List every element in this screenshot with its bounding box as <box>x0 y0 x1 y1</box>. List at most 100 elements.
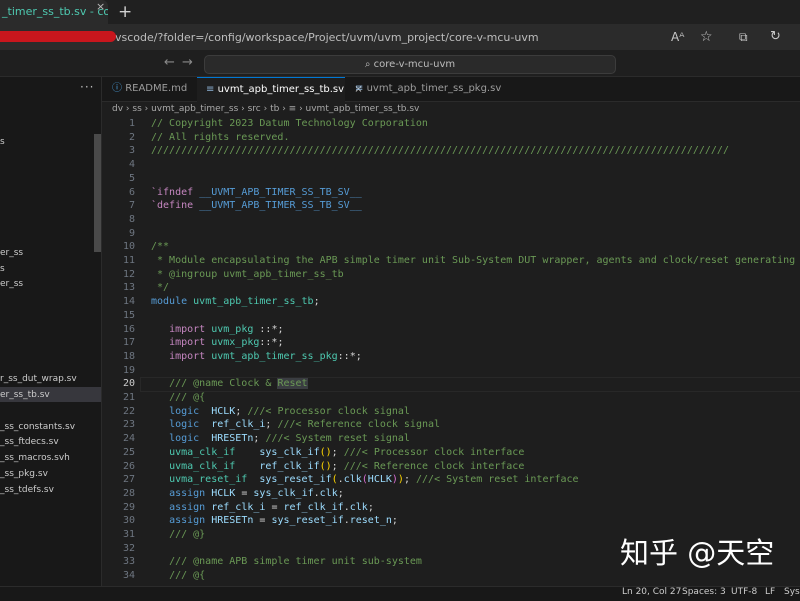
line-number: 12 <box>122 268 135 280</box>
indentation[interactable]: Spaces: 3 <box>682 587 726 597</box>
favorite-star-icon[interactable]: ☆ <box>700 29 713 45</box>
code-line[interactable]: uvma_clk_if sys_clk_if(); ///< Processor… <box>151 447 524 458</box>
code-line[interactable]: uvma_clk_if ref_clk_if(); ///< Reference… <box>151 461 524 472</box>
line-number: 30 <box>122 515 135 527</box>
sidebar-item[interactable]: er_ss <box>0 279 23 289</box>
line-number: 3 <box>128 145 135 157</box>
read-aloud-icon[interactable]: Aᴬ <box>671 30 684 44</box>
file-lines-icon: ≡ <box>206 84 215 95</box>
sidebar-item[interactable]: _ss_tdefs.sv <box>0 485 54 495</box>
line-number: 26 <box>122 460 135 472</box>
encoding[interactable]: UTF-8 <box>731 587 757 597</box>
more-actions-icon[interactable]: ··· <box>80 80 94 94</box>
line-number: 22 <box>122 405 135 417</box>
sidebar-scrollbar[interactable] <box>94 134 101 252</box>
code-line[interactable]: /// @name Clock & Reset <box>151 378 308 390</box>
code-editor[interactable]: 1 // Copyright 2023 Datum Technology Corp… <box>102 116 800 586</box>
line-number: 28 <box>122 487 135 499</box>
code-line[interactable]: import uvmt_apb_timer_ss_pkg::*; <box>151 351 362 362</box>
collections-icon[interactable]: ⧉ <box>739 30 748 45</box>
code-line[interactable]: assign ref_clk_i = ref_clk_if.clk; <box>151 502 374 513</box>
code-line[interactable]: assign HCLK = sys_clk_if.clk; <box>151 488 344 499</box>
file-lines-icon: ≡ <box>355 83 364 94</box>
code-line[interactable]: import uvmx_pkg::*; <box>151 337 283 348</box>
line-number: 33 <box>122 556 135 568</box>
line-number: 25 <box>122 446 135 458</box>
code-line[interactable]: /// @{ <box>151 392 205 403</box>
address-url: vscode/?folder=/config/workspace/Project… <box>115 31 539 44</box>
line-number: 1 <box>128 118 135 129</box>
code-line[interactable]: assign HRESETn = sys_reset_if.reset_n; <box>151 515 398 526</box>
redaction-mark <box>0 31 116 42</box>
line-number: 20 <box>122 378 135 390</box>
sidebar-item[interactable]: _ss_constants.sv <box>0 422 75 432</box>
copilot-icon[interactable]: ↻ <box>770 29 781 44</box>
explorer-sidebar <box>0 77 102 589</box>
line-number: 32 <box>122 542 135 554</box>
breadcrumb-segment[interactable]: dv <box>112 104 123 114</box>
code-line[interactable]: // All rights reserved. <box>151 132 289 143</box>
breadcrumb-segment[interactable]: uvmt_apb_timer_ss <box>151 104 238 114</box>
line-number: 6 <box>128 186 135 198</box>
tab-label: uvmt_apb_timer_ss_tb.sv <box>217 84 345 95</box>
zhihu-watermark: 知乎 @天空 <box>620 536 775 570</box>
code-line[interactable]: * @ingroup uvmt_apb_timer_ss_tb <box>151 269 344 280</box>
code-line[interactable]: /// @name APB simple timer unit sub-syst… <box>151 556 422 567</box>
close-tab-icon[interactable]: × <box>96 0 105 13</box>
tab-readme[interactable]: ⓘ README.md <box>104 77 196 101</box>
tab-uvmt-apb-timer-ss-tb[interactable]: ≡ uvmt_apb_timer_ss_tb.sv × <box>197 77 363 102</box>
back-arrow-icon[interactable]: ← <box>164 55 175 70</box>
line-number: 34 <box>122 570 135 582</box>
code-line[interactable]: logic HRESETn; ///< System reset signal <box>151 433 410 444</box>
line-number: 5 <box>128 172 135 184</box>
cursor-position[interactable]: Ln 20, Col 27 <box>622 587 681 597</box>
code-line[interactable]: uvma_reset_if sys_reset_if(.clk(HCLK)); … <box>151 474 579 485</box>
code-line[interactable]: `ifndef __UVMT_APB_TIMER_SS_TB_SV__ <box>151 187 362 198</box>
line-number: 17 <box>122 337 135 349</box>
line-number: 31 <box>122 529 135 540</box>
code-line[interactable]: logic ref_clk_i; ///< Reference clock si… <box>151 419 440 430</box>
code-line[interactable]: ////////////////////////////////////////… <box>151 145 729 156</box>
sidebar-item[interactable]: s <box>0 137 5 147</box>
sidebar-item[interactable]: er_ss <box>0 248 23 258</box>
tab-uvmt-apb-timer-ss-pkg[interactable]: ≡ uvmt_apb_timer_ss_pkg.sv <box>346 77 501 101</box>
breadcrumb-separator: › <box>296 104 306 114</box>
code-line[interactable]: /// @{ <box>151 570 205 581</box>
sidebar-item[interactable]: er_ss_tb.sv <box>0 390 50 400</box>
code-line[interactable]: module uvmt_apb_timer_ss_tb; <box>151 296 320 307</box>
code-line[interactable]: * Module encapsulating the APB simple ti… <box>151 255 800 266</box>
browser-tab[interactable]: _timer_ss_tb.sv - core-v <box>0 0 108 24</box>
code-line[interactable]: import uvm_pkg ::*; <box>151 324 283 335</box>
code-line[interactable]: `define __UVMT_APB_TIMER_SS_TB_SV__ <box>151 200 362 211</box>
code-line[interactable]: // Copyright 2023 Datum Technology Corpo… <box>151 118 428 129</box>
breadcrumb-segment[interactable]: tb <box>270 104 279 114</box>
code-line[interactable]: /** <box>151 241 169 252</box>
command-center-label: core-v-mcu-uvm <box>373 59 456 70</box>
breadcrumb-segment[interactable]: uvmt_apb_timer_ss_tb.sv <box>306 104 420 114</box>
tab-label: README.md <box>125 83 188 94</box>
sidebar-item[interactable]: _ss_ftdecs.sv <box>0 437 59 447</box>
code-line[interactable]: /// @} <box>151 529 205 540</box>
language-mode[interactable]: Syste <box>784 587 800 597</box>
line-number: 11 <box>122 255 135 266</box>
code-line[interactable]: */ <box>151 282 169 293</box>
sidebar-item[interactable]: r_ss_dut_wrap.sv <box>0 374 77 384</box>
sidebar-item[interactable]: _ss_macros.svh <box>0 453 70 463</box>
breadcrumb-segment[interactable]: src <box>248 104 261 114</box>
line-number: 24 <box>122 433 135 445</box>
breadcrumb-segment[interactable]: ss <box>132 104 141 114</box>
breadcrumb-separator: › <box>238 104 248 114</box>
line-number: 21 <box>122 392 135 403</box>
sidebar-item[interactable]: s <box>0 264 5 274</box>
breadcrumb-separator: › <box>141 104 152 114</box>
line-number: 18 <box>122 350 135 362</box>
line-number: 4 <box>128 159 135 171</box>
line-number: 7 <box>128 200 135 212</box>
end-of-line[interactable]: LF <box>765 587 775 597</box>
new-tab-button[interactable]: + <box>118 1 132 23</box>
code-line[interactable]: logic HCLK; ///< Processor clock signal <box>151 406 410 417</box>
command-center[interactable]: ⌕ core-v-mcu-uvm <box>204 55 616 74</box>
line-number: 16 <box>122 323 135 335</box>
forward-arrow-icon[interactable]: → <box>182 55 193 70</box>
sidebar-item[interactable]: _ss_pkg.sv <box>0 469 48 479</box>
